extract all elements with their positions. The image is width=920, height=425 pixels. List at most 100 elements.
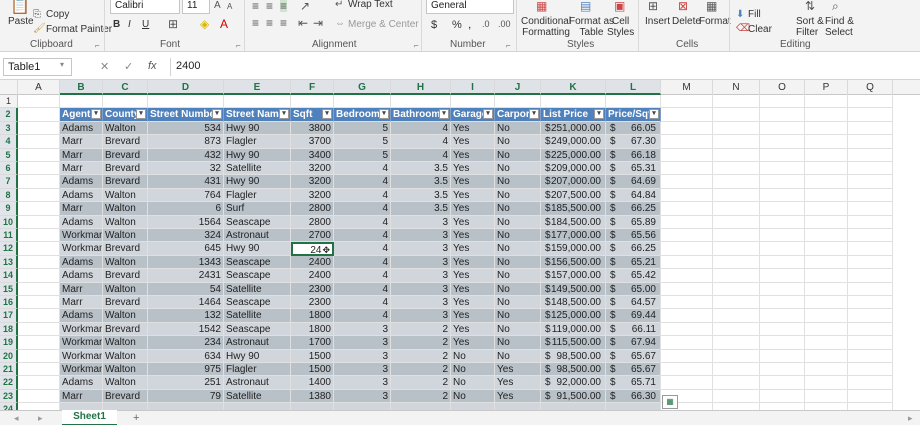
table-cell[interactable]: No xyxy=(495,296,541,310)
empty-cell[interactable] xyxy=(848,255,893,270)
table-header-cell[interactable]: Bedrooms ▾ xyxy=(334,108,391,122)
table-cell[interactable]: Walton xyxy=(103,349,148,363)
column-header-c[interactable]: C xyxy=(103,80,148,95)
conditional-formatting-button[interactable]: Conditional Formatting xyxy=(521,16,571,38)
empty-cell[interactable] xyxy=(18,162,60,176)
table-cell[interactable]: Walton xyxy=(103,282,148,296)
table-cell[interactable] xyxy=(606,403,661,410)
empty-cell[interactable] xyxy=(661,269,713,283)
table-cell[interactable]: Hwy 90 xyxy=(224,121,291,136)
table-cell[interactable]: 3 xyxy=(391,296,451,310)
column-header-a[interactable]: A xyxy=(18,80,60,95)
empty-cell[interactable] xyxy=(805,108,848,122)
table-cell[interactable]: Brevard xyxy=(103,389,148,404)
merge-center-button[interactable]: Merge & Center xyxy=(348,19,419,30)
empty-cell[interactable] xyxy=(18,309,60,323)
table-cell[interactable]: Walton xyxy=(103,255,148,270)
table-cell[interactable]: Yes xyxy=(451,229,495,243)
empty-cell[interactable] xyxy=(18,282,60,296)
table-header-cell[interactable]: Street Name ▾ xyxy=(224,108,291,122)
table-cell[interactable]: Yes xyxy=(495,376,541,390)
empty-cell[interactable] xyxy=(18,322,60,337)
table-cell[interactable]: 431 xyxy=(148,175,224,189)
table-cell[interactable]: Brevard xyxy=(103,296,148,310)
column-header-o[interactable]: O xyxy=(760,80,805,95)
worksheet-grid[interactable]: 1 2 3 4 5 6 7 8 9 10 11 12 13 14 15 16 17 18 19 20 21 22 23 24 A… xyxy=(0,95,920,410)
table-cell[interactable]: 2700 xyxy=(291,229,334,243)
orientation-icon[interactable]: ↗ xyxy=(300,0,310,12)
empty-cell[interactable] xyxy=(18,336,60,350)
table-cell[interactable]: 1800 xyxy=(291,309,334,323)
table-cell[interactable]: 3200 xyxy=(291,162,334,176)
table-cell[interactable]: No xyxy=(495,162,541,176)
table-cell[interactable]: 2 xyxy=(391,389,451,404)
table-cell[interactable]: Yes xyxy=(495,389,541,404)
table-cell[interactable]: Satellite xyxy=(224,162,291,176)
empty-cell[interactable] xyxy=(848,95,893,109)
table-cell[interactable]: 79 xyxy=(148,389,224,404)
filter-dropdown-icon[interactable]: ▾ xyxy=(529,109,539,120)
row-header-14[interactable]: 14 xyxy=(0,269,18,283)
empty-cell[interactable] xyxy=(713,363,760,377)
table-cell[interactable]: Adams xyxy=(60,188,103,203)
table-cell[interactable]: Astronaut xyxy=(224,376,291,390)
column-header-e[interactable]: E xyxy=(224,80,291,95)
table-cell[interactable]: $177,000.00 xyxy=(541,229,606,243)
filter-dropdown-icon[interactable]: ▾ xyxy=(322,109,332,120)
table-cell[interactable]: 3200 xyxy=(291,188,334,203)
borders-icon[interactable]: ⊞ xyxy=(168,18,178,30)
empty-cell[interactable] xyxy=(713,202,760,216)
table-cell[interactable]: 4 xyxy=(334,188,391,203)
table-cell[interactable]: 1464 xyxy=(148,296,224,310)
empty-cell[interactable] xyxy=(661,309,713,323)
column-header-d[interactable]: D xyxy=(148,80,224,95)
empty-cell[interactable] xyxy=(848,296,893,310)
table-cell[interactable]: 3 xyxy=(334,349,391,363)
table-cell[interactable]: No xyxy=(451,349,495,363)
format-button[interactable]: Format xyxy=(699,16,731,27)
filter-dropdown-icon[interactable]: ▾ xyxy=(439,109,449,120)
table-cell[interactable] xyxy=(60,403,103,410)
table-cell[interactable]: 4 xyxy=(334,202,391,216)
table-cell[interactable]: $66.05 xyxy=(606,121,661,136)
format-painter-button[interactable]: Format Painter xyxy=(46,24,112,35)
table-cell[interactable]: Yes xyxy=(451,202,495,216)
row-header-22[interactable]: 22 xyxy=(0,376,18,390)
table-cell[interactable]: Brevard xyxy=(103,162,148,176)
empty-cell[interactable] xyxy=(18,202,60,216)
table-cell[interactable]: Marr xyxy=(60,162,103,176)
row-header-12[interactable]: 12 xyxy=(0,242,18,256)
table-cell[interactable]: $66.11 xyxy=(606,322,661,337)
empty-cell[interactable] xyxy=(661,108,713,122)
table-cell[interactable]: Marr xyxy=(60,282,103,296)
column-header-h[interactable]: H xyxy=(391,80,451,95)
table-cell[interactable]: No xyxy=(495,121,541,136)
font-size-select[interactable]: 11 xyxy=(182,0,210,14)
align-left-icon[interactable]: ≡ xyxy=(252,17,259,29)
empty-cell[interactable] xyxy=(18,403,60,410)
empty-cell[interactable] xyxy=(18,363,60,377)
empty-cell[interactable] xyxy=(760,255,805,270)
scroll-left-icon[interactable]: ◂ xyxy=(14,412,19,424)
table-cell[interactable]: $66.30 xyxy=(606,389,661,404)
name-box-dropdown-icon[interactable]: ▾ xyxy=(60,60,64,69)
empty-cell[interactable] xyxy=(606,95,661,109)
empty-cell[interactable] xyxy=(760,269,805,283)
row-header-15[interactable]: 15 xyxy=(0,282,18,296)
empty-cell[interactable] xyxy=(805,363,848,377)
table-cell[interactable]: No xyxy=(495,229,541,243)
empty-cell[interactable] xyxy=(495,95,541,109)
empty-cell[interactable] xyxy=(848,215,893,229)
table-cell[interactable]: Workman xyxy=(60,336,103,350)
table-cell[interactable]: 1542 xyxy=(148,322,224,337)
table-cell[interactable]: Marr xyxy=(60,389,103,404)
row-header-11[interactable]: 11 xyxy=(0,229,18,243)
table-cell[interactable]: 2800 xyxy=(291,215,334,229)
table-cell[interactable]: 3.5 xyxy=(391,188,451,203)
filter-dropdown-icon[interactable]: ▾ xyxy=(136,109,146,120)
row-header-8[interactable]: 8 xyxy=(0,188,18,203)
empty-cell[interactable] xyxy=(805,322,848,337)
table-cell[interactable]: Yes xyxy=(451,322,495,337)
empty-cell[interactable] xyxy=(713,108,760,122)
table-cell[interactable] xyxy=(451,403,495,410)
